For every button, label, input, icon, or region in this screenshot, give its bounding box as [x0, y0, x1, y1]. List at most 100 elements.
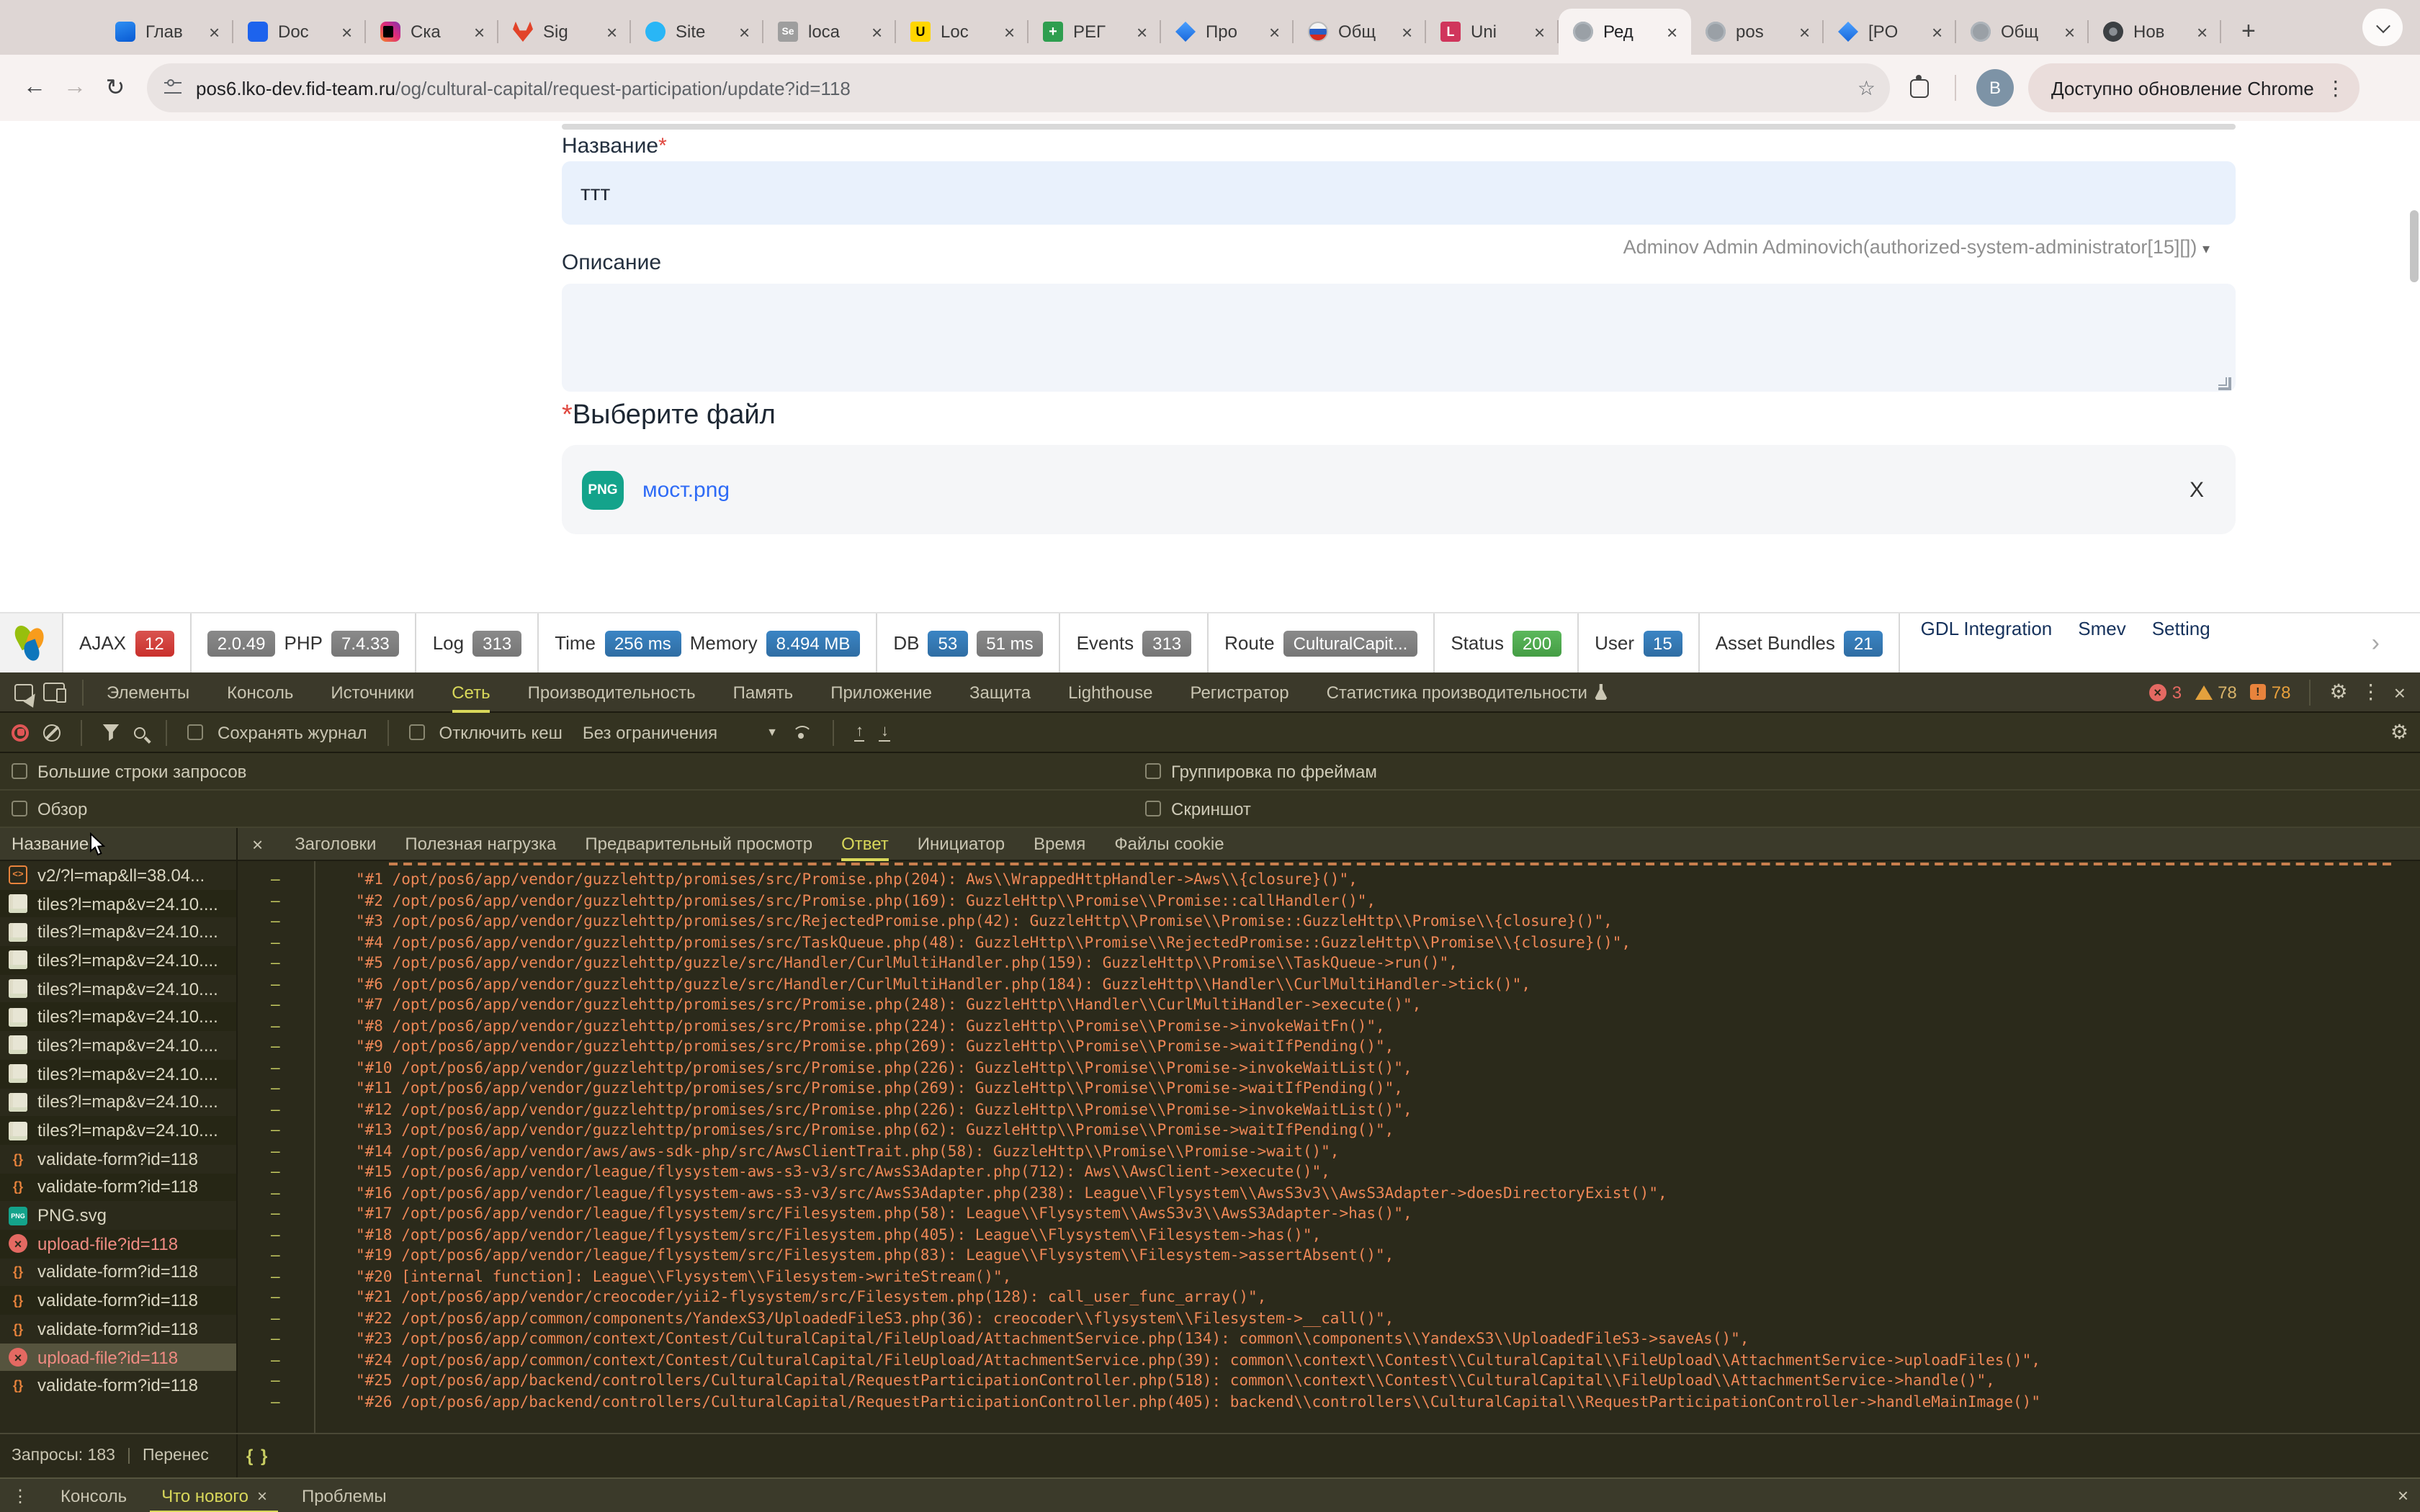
request-row[interactable]: tiles?l=map&v=24.10.... — [0, 889, 236, 917]
fold-marker[interactable]: – — [238, 1079, 281, 1099]
profile-avatar[interactable]: B — [1976, 69, 2014, 107]
request-row[interactable]: validate-form?id=118 — [0, 1372, 236, 1400]
response-tab[interactable]: Инициатор — [918, 827, 1005, 860]
fold-marker[interactable]: – — [238, 1392, 281, 1413]
tab-close-icon[interactable]: × — [1932, 21, 1942, 42]
tab-close-icon[interactable]: × — [2197, 21, 2208, 42]
debugbar-cell[interactable]: 2.0.49PHP7.4.33 — [192, 613, 417, 672]
tab-close-icon[interactable]: × — [1004, 21, 1015, 42]
request-row[interactable]: tiles?l=map&v=24.10.... — [0, 975, 236, 1003]
file-remove-button[interactable]: X — [2190, 477, 2204, 502]
devtools-tab[interactable]: Сеть — [452, 672, 490, 712]
request-row[interactable]: v2/?l=map&ll=38.04... — [0, 861, 236, 889]
request-row[interactable]: validate-form?id=118 — [0, 1315, 236, 1343]
tab-close-icon[interactable]: × — [871, 21, 882, 42]
debugbar-cell[interactable]: Status200 — [1435, 613, 1579, 672]
fold-marker[interactable]: – — [238, 1141, 281, 1162]
browser-tab[interactable]: [PO × — [1824, 9, 1956, 55]
disable-cache-checkbox[interactable] — [409, 724, 425, 740]
browser-tab[interactable]: Ред × — [1559, 9, 1691, 55]
fold-marker[interactable]: – — [238, 1162, 281, 1183]
devtools-tab[interactable]: Элементы — [107, 672, 189, 712]
request-row[interactable]: tiles?l=map&v=24.10.... — [0, 1060, 236, 1088]
drawer-tab[interactable]: Проблемы × — [284, 1478, 404, 1512]
tab-close-icon[interactable]: × — [474, 21, 485, 42]
request-row[interactable]: PNG.svg — [0, 1202, 236, 1230]
tab-close-icon[interactable]: × — [1402, 21, 1412, 42]
debugbar-cell[interactable]: AJAX12 — [63, 613, 192, 672]
debugbar-cell[interactable]: RouteCulturalCapit... — [1209, 613, 1435, 672]
browser-tab[interactable]: pos × — [1691, 9, 1824, 55]
name-input[interactable] — [562, 161, 2236, 225]
extensions-icon[interactable] — [1910, 78, 1929, 97]
throttling-dropdown[interactable]: Без ограничения ▼ — [583, 722, 778, 742]
fold-marker[interactable]: – — [238, 974, 281, 995]
browser-tab[interactable]: U Loc × — [896, 9, 1028, 55]
clear-network-log-icon[interactable] — [43, 724, 60, 741]
response-tab[interactable]: Заголовки — [295, 827, 376, 860]
drawer-tab[interactable]: Что нового × — [144, 1478, 284, 1512]
group-by-frame-option[interactable]: Группировка по фреймам — [1145, 761, 1377, 781]
request-row[interactable]: upload-file?id=118 — [0, 1230, 236, 1258]
devtools-tab[interactable]: Lighthouse — [1068, 672, 1152, 712]
browser-menu-icon[interactable]: ⋮ — [2326, 76, 2346, 100]
response-pane[interactable]: – "#1 /opt/pos6/app/vendor/guzzlehttp/pr… — [238, 861, 2420, 1477]
fold-marker[interactable]: – — [238, 1350, 281, 1371]
devtools-tab[interactable]: Производительность — [528, 672, 696, 712]
textarea-resize-handle[interactable] — [2218, 377, 2231, 390]
browser-tab[interactable]: Нов × — [2089, 9, 2221, 55]
format-response-button[interactable]: { } — [246, 1446, 269, 1466]
fold-marker[interactable]: – — [238, 1371, 281, 1392]
debugbar-cell[interactable]: Asset Bundles21 — [1700, 613, 1901, 672]
fold-marker[interactable]: – — [238, 1329, 281, 1350]
drawer-tab-close-icon[interactable]: × — [257, 1485, 267, 1506]
tab-close-icon[interactable]: × — [606, 21, 617, 42]
devtools-tab[interactable]: Память — [733, 672, 794, 712]
request-row[interactable]: tiles?l=map&v=24.10.... — [0, 1116, 236, 1144]
site-settings-icon[interactable] — [164, 82, 182, 94]
drawer-tab[interactable]: Консоль × — [43, 1478, 144, 1512]
tab-close-icon[interactable]: × — [1667, 21, 1677, 42]
big-request-rows-option[interactable]: Большие строки запросов — [12, 761, 246, 781]
network-settings-icon[interactable]: ⚙ — [2390, 720, 2408, 744]
devtools-tab[interactable]: Регистратор — [1191, 672, 1289, 712]
tab-close-icon[interactable]: × — [209, 21, 220, 42]
browser-tab[interactable]: Про × — [1161, 9, 1294, 55]
fold-marker[interactable]: – — [238, 932, 281, 953]
response-tab[interactable]: Полезная нагрузка — [405, 827, 556, 860]
fold-marker[interactable]: – — [238, 1204, 281, 1225]
tab-close-icon[interactable]: × — [1269, 21, 1280, 42]
debugbar-link[interactable]: Setting — [2152, 618, 2210, 639]
fold-marker[interactable]: – — [238, 1183, 281, 1204]
response-tab[interactable]: Ответ — [841, 827, 889, 860]
browser-tab[interactable]: Site × — [631, 9, 763, 55]
network-conditions-icon[interactable] — [792, 725, 812, 739]
tab-close-icon[interactable]: × — [2064, 21, 2075, 42]
reload-button[interactable]: ↻ — [95, 73, 135, 102]
bookmark-star-icon[interactable]: ☆ — [1857, 76, 1876, 100]
fold-marker[interactable]: – — [238, 1099, 281, 1120]
filter-icon[interactable] — [102, 724, 120, 741]
device-toolbar-icon[interactable] — [43, 683, 65, 701]
chrome-update-button[interactable]: Доступно обновление Chrome ⋮ — [2028, 63, 2360, 112]
preserve-log-checkbox[interactable] — [187, 724, 203, 740]
fold-marker[interactable]: – — [238, 912, 281, 932]
overview-option[interactable]: Обзор — [12, 798, 87, 819]
drawer-close-icon[interactable]: × — [2398, 1485, 2408, 1506]
fold-marker[interactable]: – — [238, 1037, 281, 1058]
fold-marker[interactable]: – — [238, 891, 281, 912]
browser-tab[interactable]: Se loca × — [763, 9, 896, 55]
request-row[interactable]: upload-file?id=118 — [0, 1343, 236, 1371]
request-row[interactable]: tiles?l=map&v=24.10.... — [0, 1031, 236, 1059]
devtools-settings-icon[interactable]: ⚙ — [2330, 680, 2348, 704]
response-tab[interactable]: Предварительный просмотр — [585, 827, 812, 860]
request-row[interactable]: tiles?l=map&v=24.10.... — [0, 1088, 236, 1116]
fold-marker[interactable]: – — [238, 995, 281, 1016]
debugbar-cell[interactable]: User15 — [1579, 613, 1700, 672]
close-request-detail-icon[interactable]: × — [252, 833, 263, 855]
fold-marker[interactable]: – — [238, 1016, 281, 1037]
errors-badge[interactable]: ×3 — [2149, 682, 2182, 702]
devtools-tab[interactable]: Источники — [331, 672, 414, 712]
devtools-close-icon[interactable]: × — [2394, 680, 2406, 703]
browser-tab[interactable]: Общ × — [1294, 9, 1426, 55]
